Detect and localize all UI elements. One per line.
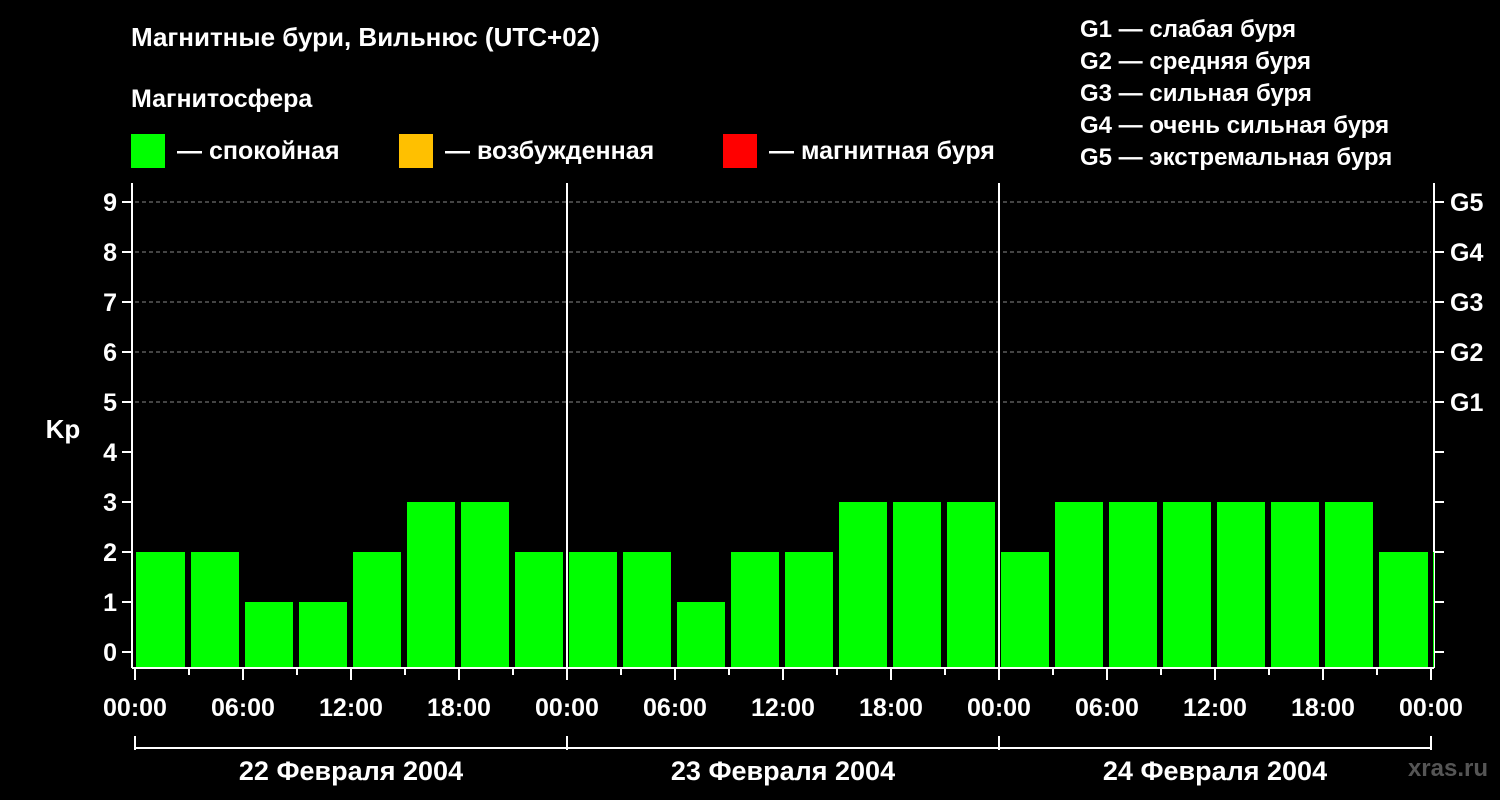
kp-bar [1271, 502, 1319, 667]
kp-bar [677, 602, 725, 667]
g-level-label: G4 [1450, 239, 1483, 267]
kp-bar-chart: 0 1 2 3 4 5 6 7 8 9 G1 G2 G3 G4 G5 Kp 00:00 06:00 12:00 18:… [46, 183, 1483, 786]
kp-bar [245, 602, 293, 667]
g-level-label: G2 [1450, 339, 1483, 367]
kp-bar [623, 552, 671, 667]
kp-bar [515, 552, 563, 667]
kp-bar [1217, 502, 1265, 667]
x-tick-label: 18:00 [859, 694, 923, 722]
g-level-label: G5 [1450, 189, 1483, 217]
kp-bar [569, 552, 617, 667]
kp-bar [1109, 502, 1157, 667]
y-tick-label: 7 [103, 289, 117, 317]
kp-bar [1325, 502, 1373, 667]
kp-bar [893, 502, 941, 667]
day-label: 24 Февраля 2004 [1103, 756, 1327, 786]
y-tick-label: 5 [103, 389, 117, 417]
x-tick-label: 00:00 [535, 694, 599, 722]
kp-bar [461, 502, 509, 667]
kp-bar [1379, 552, 1428, 667]
kp-bar [1163, 502, 1211, 667]
y-tick-label: 4 [103, 439, 117, 467]
kp-bar [1055, 502, 1103, 667]
kp-bar [839, 502, 887, 667]
y-tick-label: 6 [103, 339, 117, 367]
x-tick-label: 12:00 [1183, 694, 1247, 722]
x-tick-label: 06:00 [211, 694, 275, 722]
kp-bar [731, 552, 779, 667]
kp-bar [947, 502, 995, 667]
kp-bar [785, 552, 833, 667]
kp-bar [191, 552, 239, 667]
y-tick-label: 1 [103, 589, 117, 617]
kp-bar [299, 602, 347, 667]
y-tick-label: 2 [103, 539, 117, 567]
x-tick-label: 00:00 [103, 694, 167, 722]
y-tick-label: 0 [103, 639, 117, 667]
y-tick-label: 8 [103, 239, 117, 267]
g-level-label: G1 [1450, 389, 1483, 417]
x-tick-label: 12:00 [319, 694, 383, 722]
kp-bar [1433, 552, 1434, 667]
x-tick-label: 18:00 [1291, 694, 1355, 722]
kp-bar [407, 502, 455, 667]
x-tick-label: 12:00 [751, 694, 815, 722]
watermark: xras.ru [1407, 755, 1488, 782]
x-tick-label: 06:00 [643, 694, 707, 722]
y-tick-label: 9 [103, 189, 117, 217]
x-tick-label: 00:00 [1399, 694, 1463, 722]
y-axis-label: Kp [46, 414, 81, 444]
x-tick-label: 06:00 [1075, 694, 1139, 722]
g-level-label: G3 [1450, 289, 1483, 317]
kp-bar [353, 552, 401, 667]
y-tick-label: 3 [103, 489, 117, 517]
day-label: 22 Февраля 2004 [239, 756, 463, 786]
kp-bar [1001, 552, 1049, 667]
kp-bar [136, 552, 185, 667]
x-tick-label: 18:00 [427, 694, 491, 722]
x-tick-label: 00:00 [967, 694, 1031, 722]
day-label: 23 Февраля 2004 [671, 756, 895, 786]
